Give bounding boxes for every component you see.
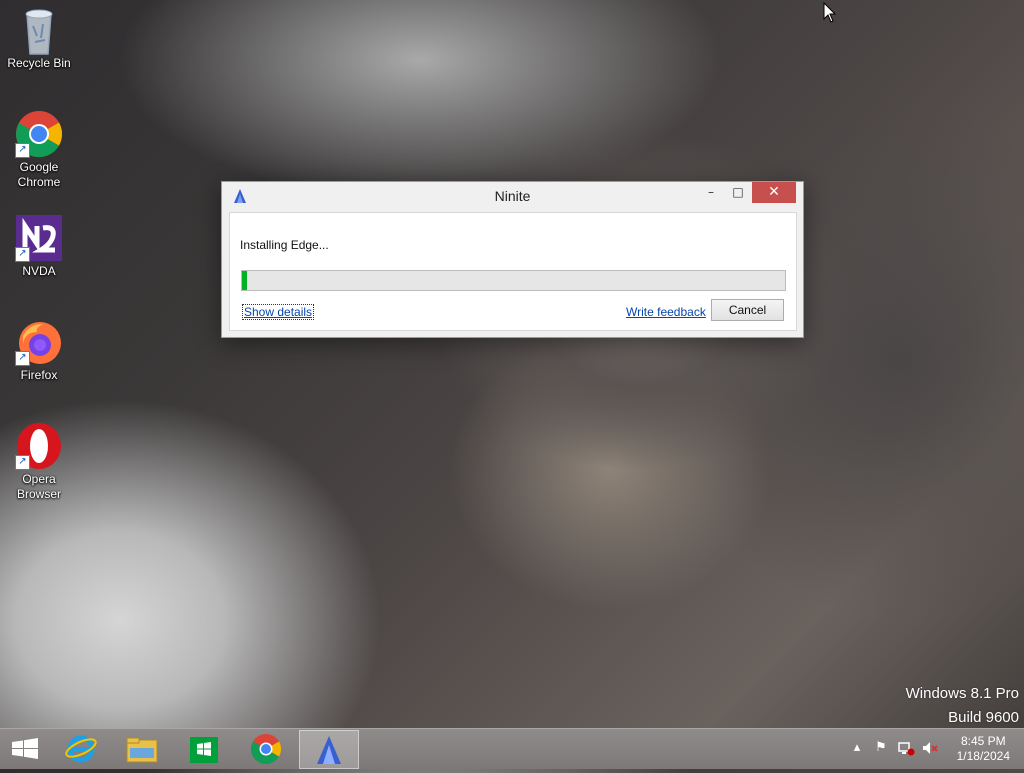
progress-bar [241,270,786,291]
shortcut-arrow-icon: ↗ [15,247,30,262]
dialog-content: Installing Edge... Show details Write fe… [229,212,797,331]
mouse-cursor-icon [823,2,837,23]
minimize-icon: – [708,185,714,199]
status-text: Installing Edge... [240,238,329,252]
desktop-icon-firefox[interactable]: ↗ Firefox [4,318,74,383]
taskbar-store[interactable] [175,730,233,767]
desktop-icon-label: Google Chrome [17,160,61,189]
action-center-flag-icon[interactable]: ⚑ [872,739,890,757]
desktop-icon-nvda[interactable]: ↗ NVDA [4,214,74,279]
desktop-icon-label: Firefox [20,368,58,382]
firefox-icon: ↗ [15,318,63,366]
title-bar[interactable]: Ninite – □ ✕ [222,182,803,211]
shortcut-arrow-icon: ↗ [15,455,30,470]
taskbar-internet-explorer[interactable] [52,730,110,767]
desktop-icon-label: NVDA [22,264,56,278]
taskbar: ▴ ⚑ 8:45 PM 1/18/2024 [0,728,1024,769]
windows-edition-watermark: Windows 8.1 Pro [905,685,1019,702]
chevron-up-icon: ▴ [853,740,861,755]
desktop-icon-label: Recycle Bin [7,56,71,70]
clock-time: 8:45 PM [960,734,1006,748]
network-icon[interactable] [897,739,915,757]
maximize-button[interactable]: □ [725,182,751,203]
store-icon [190,737,218,763]
taskbar-ninite[interactable] [299,730,359,769]
ninite-icon [317,736,341,764]
show-details-link[interactable]: Show details [241,304,315,320]
shortcut-arrow-icon: ↗ [15,351,30,366]
progress-fill [242,271,248,290]
chrome-icon [250,734,282,765]
windows-build-watermark: Build 9600 [948,709,1019,726]
clock-date: 1/18/2024 [956,749,1010,763]
desktop-icon-label: Opera Browser [16,472,61,501]
shortcut-arrow-icon: ↗ [15,143,30,158]
internet-explorer-icon [65,735,97,763]
show-hidden-icons-button[interactable]: ▴ [848,739,866,757]
taskbar-chrome[interactable] [237,730,295,767]
maximize-icon: □ [732,185,744,199]
opera-icon: ↗ [15,422,63,470]
start-button[interactable] [0,729,50,769]
taskbar-file-explorer[interactable] [113,730,171,767]
volume-muted-icon[interactable] [921,739,939,757]
recycle-bin-icon [15,6,63,55]
cancel-button[interactable]: Cancel [711,299,784,321]
chrome-icon: ↗ [15,110,63,158]
desktop-icon-opera[interactable]: ↗ Opera Browser [4,422,74,502]
write-feedback-link[interactable]: Write feedback [626,305,706,319]
windows-logo-icon [12,738,38,759]
ninite-dialog: Ninite – □ ✕ Installing Edge... Show det… [221,181,804,338]
close-icon: ✕ [768,184,780,200]
desktop-icon-recycle-bin[interactable]: Recycle Bin [4,6,74,71]
file-explorer-icon [126,737,158,763]
desktop-icon-google-chrome[interactable]: ↗ Google Chrome [4,110,74,190]
nvda-icon: ↗ [15,214,63,262]
minimize-button[interactable]: – [698,182,724,203]
close-button[interactable]: ✕ [752,182,796,203]
clock[interactable]: 8:45 PM 1/18/2024 [957,734,1010,764]
